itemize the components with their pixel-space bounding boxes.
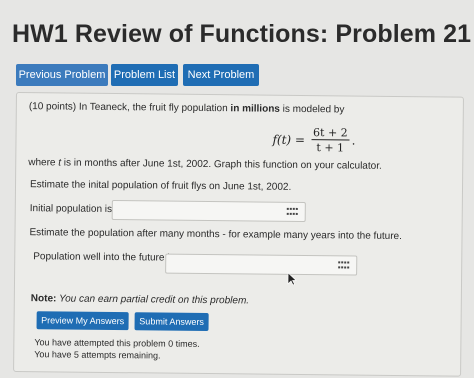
intro-suffix-text: is modeled by [279,103,345,116]
future-population-label: Population well into the future is [33,251,175,264]
formula-lhs: f(t) = [272,132,306,148]
problem-panel: (10 points) In Teaneck, the fruit fly po… [13,92,464,377]
initial-population-input[interactable] [111,200,306,223]
formula-numerator: 6t + 2 [311,126,350,141]
future-population-input[interactable] [165,253,358,276]
intro-text: (10 points) In Teaneck, the fruit fly po… [28,101,231,115]
submit-answers-button[interactable]: Submit Answers [134,312,209,332]
formula-period: . [351,133,356,148]
preview-answers-button[interactable]: Preview My Answers [36,311,129,331]
partial-credit-note: Note: You can earn partial credit on thi… [31,293,249,306]
note-label: Note: [30,293,57,305]
formula: f(t) = 6t + 2 t + 1 . [272,126,356,155]
intro-bold-text: in millions [230,103,280,115]
where-text: where t is in months after June 1st, 200… [28,157,382,172]
problem-list-button[interactable]: Problem List [111,64,178,86]
formula-fraction: 6t + 2 t + 1 [311,126,350,154]
attempts-remaining-text: You have 5 attempts remaining. [34,349,161,361]
keyboard-grid-icon[interactable] [286,207,299,216]
note-text: You can earn partial credit on this prob… [56,293,250,307]
where-prefix: where [28,157,59,169]
next-problem-button[interactable]: Next Problem [183,64,259,86]
question-1-text: Estimate the inital population of fruit … [29,179,292,193]
mouse-cursor-icon [287,272,297,286]
where-suffix: is in months after June 1st, 2002. Graph… [60,157,382,172]
initial-population-label: Initial population is [29,203,113,216]
previous-problem-button[interactable]: Previous Problem [16,64,108,86]
problem-intro: (10 points) In Teaneck, the fruit fly po… [29,101,345,115]
formula-denominator: t + 1 [316,141,345,155]
page-title: HW1 Review of Functions: Problem 21 [12,20,472,48]
keyboard-grid-icon[interactable] [338,261,350,269]
question-2-text: Estimate the population after many month… [29,227,402,243]
attempts-made-text: You have attempted this problem 0 times. [34,337,200,349]
